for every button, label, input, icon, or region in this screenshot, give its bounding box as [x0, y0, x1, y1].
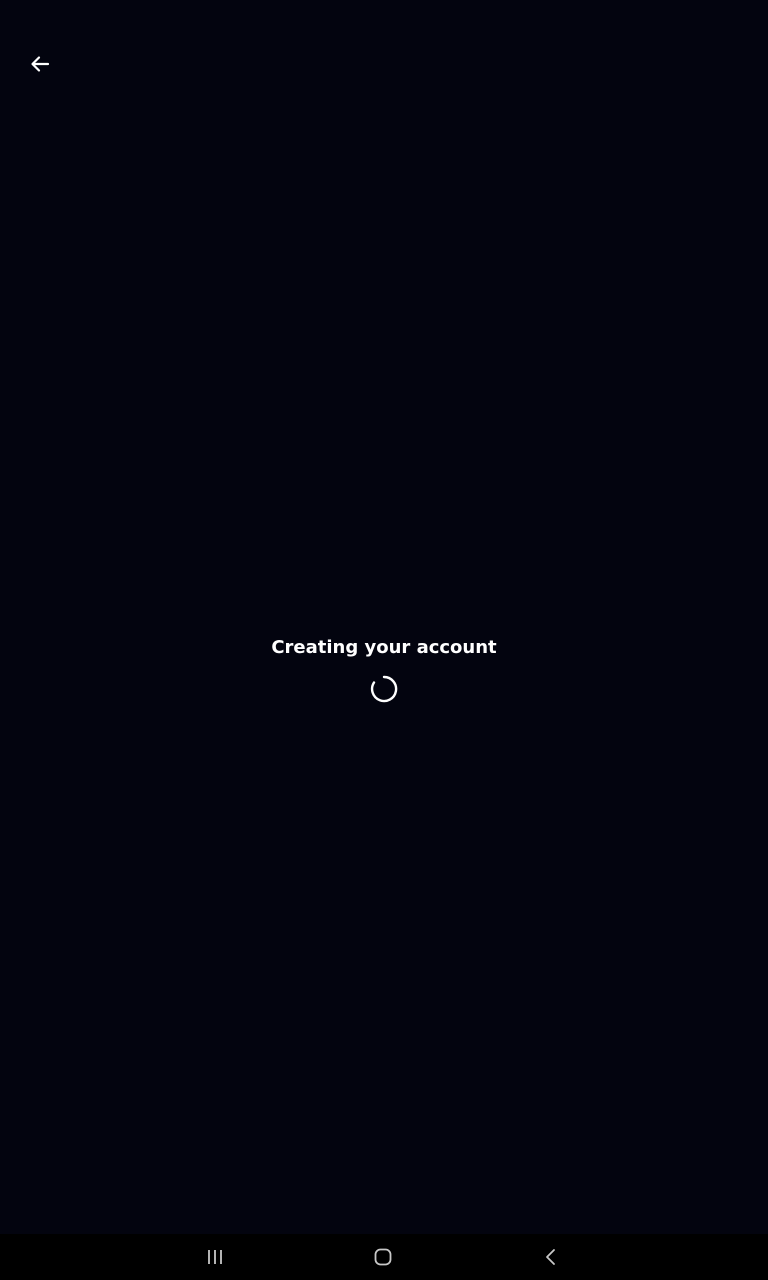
loading-spinner-icon: [370, 675, 398, 703]
status-bar: [0, 0, 768, 24]
loading-message: Creating your account: [271, 637, 497, 658]
arrow-left-icon: [31, 56, 50, 72]
system-navigation-bar: [0, 1234, 768, 1280]
app-screen: Creating your account: [0, 0, 768, 1280]
system-back-button[interactable]: [511, 1234, 591, 1280]
loading-panel: Creating your account: [0, 634, 768, 705]
chevron-left-icon: [546, 1249, 555, 1265]
back-button[interactable]: [20, 44, 60, 84]
home-icon: [374, 1248, 392, 1266]
home-button[interactable]: [343, 1234, 423, 1280]
recents-button[interactable]: [175, 1234, 255, 1280]
recents-icon: [208, 1250, 222, 1264]
